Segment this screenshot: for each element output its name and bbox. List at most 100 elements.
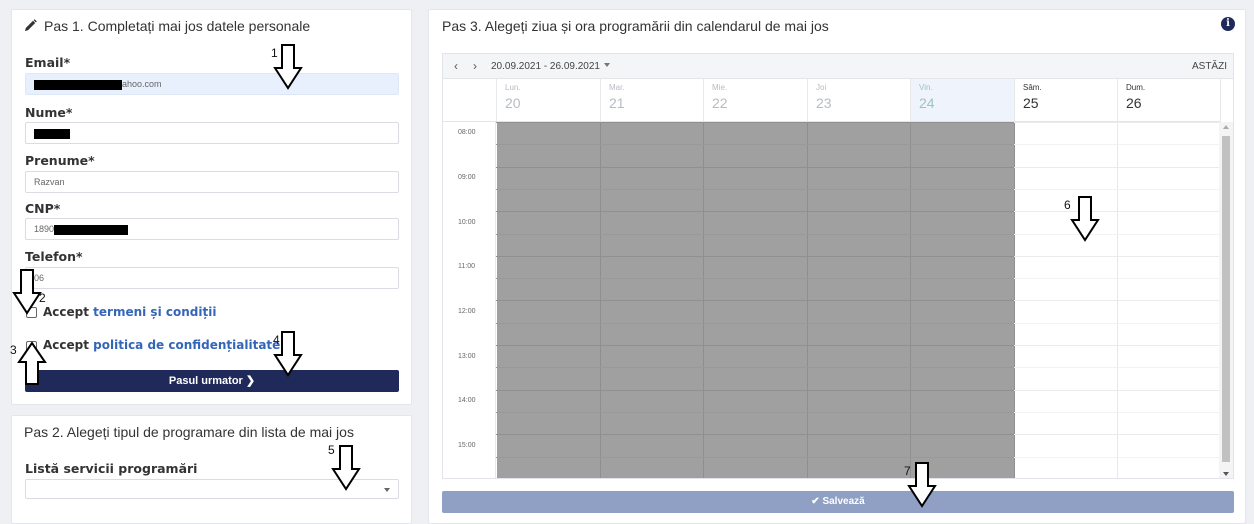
- next-week-icon[interactable]: ›: [473, 59, 477, 73]
- calendar: ‹ › 20.09.2021 - 26.09.2021 ASTĂZI Lun. 2…: [442, 53, 1234, 479]
- services-label: Listă servicii programări: [25, 461, 198, 476]
- arrow-down-icon: [907, 462, 937, 508]
- arrow-down-icon: [331, 445, 361, 491]
- scroll-up-icon[interactable]: [1223, 125, 1229, 129]
- redacted-block: [34, 79, 122, 90]
- day-name: Sâm.: [1023, 83, 1042, 92]
- scrollbar-thumb[interactable]: [1222, 136, 1230, 462]
- unavailable-grid-line: [496, 323, 1014, 324]
- unavailable-grid-line: [496, 457, 1014, 458]
- unavailable-grid-line: [496, 434, 1014, 435]
- prenume-field[interactable]: Razvan: [25, 171, 399, 193]
- email-field[interactable]: ahoo.com: [25, 73, 399, 95]
- save-button[interactable]: ✔ Salvează: [442, 491, 1234, 513]
- unavailable-grid-line: [496, 300, 1014, 301]
- unavailable-grid-line: [496, 412, 1014, 413]
- unavailable-grid-line: [496, 278, 1014, 279]
- day-number: 25: [1023, 95, 1039, 111]
- day-header: Mie. 22: [704, 79, 808, 122]
- day-name: Dum.: [1126, 83, 1146, 92]
- email-value: ahoo.com: [122, 79, 162, 89]
- unavailable-grid-line: [496, 367, 1014, 368]
- redacted-block: [34, 128, 70, 139]
- cnp-value: 1890: [34, 224, 55, 234]
- time-label: 08:00: [458, 129, 476, 136]
- prenume-label: Prenume*: [25, 153, 95, 168]
- email-label: Email*: [25, 55, 71, 70]
- day-name: Mar.: [609, 83, 625, 92]
- unavailable-grid-line: [496, 234, 1014, 235]
- time-label: 09:00: [458, 174, 476, 181]
- nume-label: Nume*: [25, 105, 73, 120]
- day-number: 26: [1126, 95, 1142, 111]
- caret-down-icon: [603, 63, 610, 67]
- arrow-down-icon: [273, 331, 303, 377]
- arrow-down-icon: [12, 269, 42, 315]
- week-range-dropdown[interactable]: 20.09.2021 - 26.09.2021: [491, 61, 610, 72]
- nume-field[interactable]: [25, 122, 399, 144]
- step1-title: Pas 1. Completați mai jos datele persona…: [24, 18, 310, 35]
- today-button[interactable]: ASTĂZI: [1192, 61, 1227, 72]
- calendar-toolbar: ‹ › 20.09.2021 - 26.09.2021 ASTĂZI: [443, 54, 1233, 79]
- step3-title: Pas 3. Alegeți ziua și ora programării d…: [442, 18, 829, 34]
- time-label: 11:00: [458, 263, 475, 270]
- time-header-spacer: [443, 79, 497, 122]
- time-label: 14:00: [458, 397, 476, 404]
- day-header-today: Vin. 24: [911, 79, 1015, 122]
- pencil-icon: [24, 19, 38, 35]
- arrow-down-icon: [273, 44, 303, 90]
- unavailable-grid-line: [496, 211, 1014, 212]
- cnp-field[interactable]: 1890: [25, 218, 399, 240]
- privacy-link[interactable]: politica de confidențialitate: [93, 338, 280, 352]
- day-number: 23: [816, 95, 832, 111]
- day-name: Joi: [816, 83, 827, 92]
- unavailable-grid-line: [496, 144, 1014, 145]
- telefon-field[interactable]: 06: [25, 267, 399, 289]
- day-number: 20: [505, 95, 521, 111]
- info-icon[interactable]: i: [1221, 17, 1235, 31]
- calendar-panel: Pas 3. Alegeți ziua și ora programării d…: [428, 9, 1246, 524]
- next-step-button[interactable]: Pasul urmator ❯: [25, 370, 399, 392]
- scroll-down-icon[interactable]: [1223, 472, 1229, 476]
- time-label: 10:00: [458, 219, 476, 226]
- day-name: Mie.: [712, 83, 728, 92]
- time-label: 15:00: [458, 442, 476, 449]
- step2-title: Pas 2. Alegeți tipul de programare din l…: [24, 424, 354, 440]
- day-number: 21: [609, 95, 625, 111]
- unavailable-grid-line: [496, 122, 1014, 123]
- unavailable-grid-line: [496, 256, 1014, 257]
- telefon-label: Telefon*: [25, 249, 83, 264]
- privacy-label: Accept politica de confidențialitate: [43, 338, 280, 352]
- cnp-label: CNP*: [25, 201, 61, 216]
- annotation-number: 3: [10, 343, 17, 357]
- day-number: 22: [712, 95, 728, 111]
- terms-prefix: Accept: [43, 305, 94, 319]
- arrow-up-icon: [17, 341, 47, 385]
- privacy-prefix: Accept: [43, 338, 94, 352]
- day-header: Lun. 20: [497, 79, 601, 122]
- day-number: 24: [919, 95, 935, 111]
- personal-data-panel: Pas 1. Completați mai jos datele persona…: [11, 9, 412, 405]
- day-header: Dum. 26: [1118, 79, 1221, 122]
- day-name: Vin.: [919, 83, 933, 92]
- terms-link[interactable]: termeni și condiții: [93, 305, 216, 319]
- week-range-text: 20.09.2021 - 26.09.2021: [491, 61, 600, 72]
- redacted-block: [54, 224, 129, 235]
- day-header: Sâm. 25: [1015, 79, 1118, 122]
- chevron-down-icon: [384, 488, 390, 492]
- time-label: 13:00: [458, 353, 476, 360]
- unavailable-grid-line: [496, 345, 1014, 346]
- unavailable-grid-line: [496, 390, 1014, 391]
- time-label: 12:00: [458, 308, 476, 315]
- day-header: Mar. 21: [601, 79, 704, 122]
- terms-label: Accept termeni și condiții: [43, 305, 216, 319]
- prev-week-icon[interactable]: ‹: [454, 59, 458, 73]
- step1-title-text: Pas 1. Completați mai jos datele persona…: [44, 18, 311, 34]
- day-header: Joi 23: [808, 79, 911, 122]
- calendar-scrollbar[interactable]: [1219, 122, 1233, 478]
- unavailable-grid-line: [496, 167, 1014, 168]
- time-axis: 08:00 09:00 10:00 11:00 12:00 13:00 14:0…: [443, 122, 496, 478]
- day-name: Lun.: [505, 83, 521, 92]
- arrow-down-icon: [1070, 196, 1100, 242]
- unavailable-grid-line: [496, 189, 1014, 190]
